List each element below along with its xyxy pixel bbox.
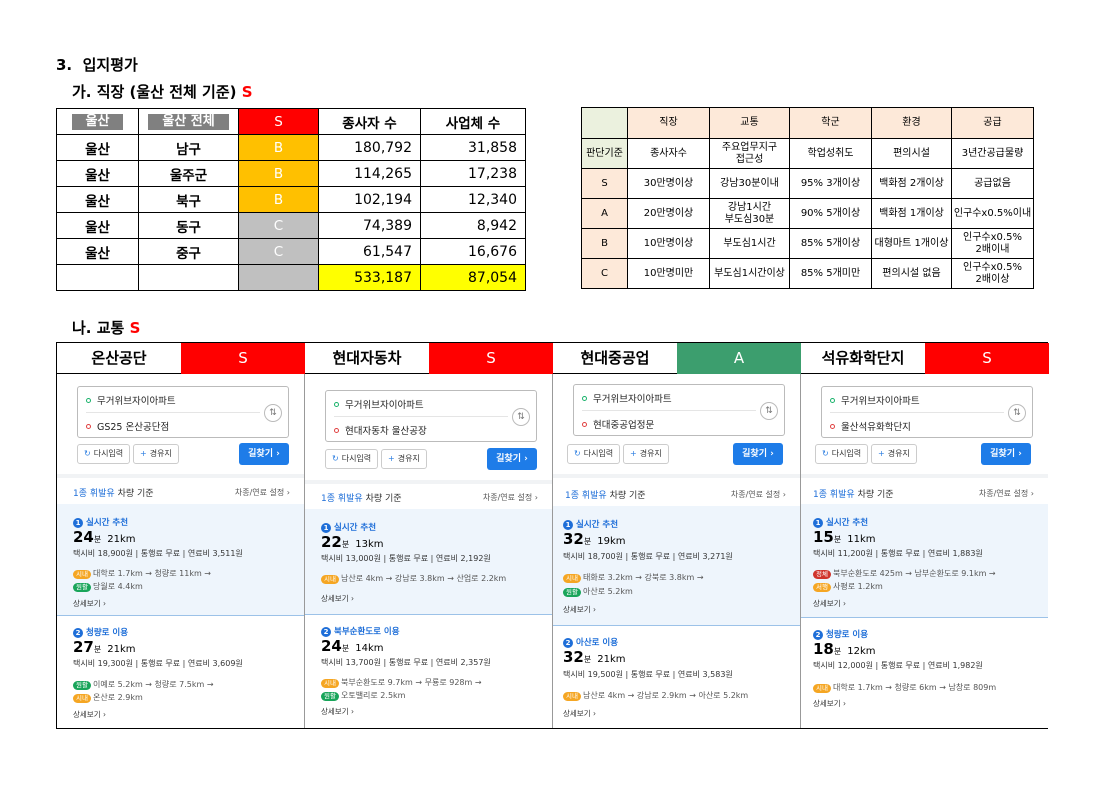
destination-field[interactable]: 울산석유화학단지 — [830, 419, 911, 433]
origin-field[interactable]: 무거위브자이아파트 — [86, 393, 176, 407]
route-card[interactable]: 2 청량로 이용 27분 21km 택시비 19,300원 | 통행료 무료 | 연… — [57, 618, 304, 722]
swap-icon[interactable]: ⇅ — [264, 404, 282, 422]
details-link[interactable]: 상세보기 › — [73, 598, 106, 609]
details-link[interactable]: 상세보기 › — [73, 709, 106, 720]
vehicle-settings-link[interactable]: 차종/연료 설정 › — [731, 489, 786, 500]
criteria-table: 직장 교통 학군 환경 공급 판단기준 종사자수 주요업무지구 접근성 학업성취… — [581, 107, 1034, 289]
reset-button[interactable]: ↻ 다시입력 — [325, 449, 379, 469]
transport-panel: 석유화학단지 S 무거위브자이아파트 울산석유화학단지 ⇅ ↻ 다시입력 + 경유지 … — [801, 343, 1049, 728]
origin-field[interactable]: 무거위브자이아파트 — [334, 397, 424, 411]
job-table: 울산 울산 전체 S 종사자 수 사업체 수 울산 남구 B 180,792 31,85… — [56, 108, 526, 291]
details-link[interactable]: 상세보기 › — [563, 708, 596, 719]
details-link[interactable]: 상세보기 › — [321, 706, 354, 717]
job-heading: 가. 직장 (울산 전체 기준) S — [72, 83, 253, 101]
refresh-icon: ↻ — [822, 449, 829, 458]
plus-icon: + — [388, 454, 395, 463]
destination-name: 현대중공업 — [580, 349, 650, 367]
refresh-icon: ↻ — [332, 454, 339, 463]
job-table-header: 울산 울산 전체 S 종사자 수 사업체 수 — [56, 108, 526, 135]
vehicle-settings-link[interactable]: 차종/연료 설정 › — [235, 487, 290, 498]
swap-icon[interactable]: ⇅ — [512, 408, 530, 426]
route-screenshot: 무거위브자이아파트 울산석유화학단지 ⇅ ↻ 다시입력 + 경유지 길찾기 › 1종… — [801, 374, 1048, 728]
table-total-row: 533,187 87,054 — [56, 264, 526, 291]
plus-icon: + — [878, 449, 885, 458]
route-screenshot: 무거위브자이아파트 현대자동차 울산공장 ⇅ ↻ 다시입력 + 경유지 길찾기 › … — [305, 374, 552, 728]
swap-icon[interactable]: ⇅ — [760, 402, 778, 420]
table-row: 울산 북구 B 102,194 12,340 — [56, 186, 526, 213]
route-input-box[interactable]: 무거위브자이아파트 현대중공업정문 ⇅ — [573, 384, 785, 436]
job-grade: S — [241, 83, 253, 101]
swap-icon[interactable]: ⇅ — [1008, 404, 1026, 422]
details-link[interactable]: 상세보기 › — [321, 593, 354, 604]
transport-panel: 현대자동차 S 무거위브자이아파트 현대자동차 울산공장 ⇅ ↻ 다시입력 + 경유지… — [305, 343, 553, 728]
table-row: 울산 남구 B 180,792 31,858 — [56, 134, 526, 161]
reset-button[interactable]: ↻ 다시입력 — [77, 444, 131, 464]
plus-icon: + — [630, 449, 637, 458]
transport-panel: 현대중공업 A 무거위브자이아파트 현대중공업정문 ⇅ ↻ 다시입력 + 경유지 길찾… — [553, 343, 801, 728]
destination-grade: A — [677, 343, 801, 374]
origin-field[interactable]: 무거위브자이아파트 — [830, 393, 920, 407]
transport-heading: 나. 교통 S — [72, 319, 141, 337]
criteria-row: C 10만명미만 부도심1시간이상 85% 5개미만 편의시설 없음 인구수x0.5% 2… — [581, 258, 1034, 289]
criteria-row: B 10만명이상 부도심1시간 85% 5개이상 대형마트 1개이상 인구수x0.5% 2… — [581, 228, 1034, 259]
route-card[interactable]: 1 실시간 추천 15분 11km 택시비 11,200원 | 통행료 무료 | 연… — [801, 504, 1048, 618]
route-card[interactable]: 2 북부순환도로 이용 24분 14km 택시비 13,700원 | 통행료 무료 … — [305, 617, 552, 721]
criteria-basis-row: 판단기준 종사자수 주요업무지구 접근성 학업성취도 편의시설 3년간공급물량 — [581, 138, 1034, 169]
route-input-box[interactable]: 무거위브자이아파트 GS25 온산공단점 ⇅ — [77, 386, 289, 438]
fuel-option: 1종 휘발유 차량 기준 — [321, 494, 402, 504]
destination-field[interactable]: 현대중공업정문 — [582, 417, 654, 431]
table-row: 울산 울주군 B 114,265 17,238 — [56, 160, 526, 187]
destination-grade: S — [429, 343, 553, 374]
destination-field[interactable]: 현대자동차 울산공장 — [334, 423, 427, 437]
destination-grade: S — [925, 343, 1049, 374]
vehicle-settings-link[interactable]: 차종/연료 설정 › — [483, 492, 538, 503]
fuel-option: 1종 휘발유 차량 기준 — [565, 491, 646, 501]
plus-icon: + — [140, 449, 147, 458]
details-link[interactable]: 상세보기 › — [563, 604, 596, 615]
fuel-option: 1종 휘발유 차량 기준 — [813, 490, 894, 500]
details-link[interactable]: 상세보기 › — [813, 598, 846, 609]
find-route-button[interactable]: 길찾기 › — [239, 443, 289, 465]
vehicle-settings-link[interactable]: 차종/연료 설정 › — [979, 488, 1034, 499]
route-card[interactable]: 1 실시간 추천 24분 21km 택시비 18,900원 | 통행료 무료 | 연… — [57, 504, 304, 616]
waypoint-button[interactable]: + 경유지 — [133, 444, 179, 464]
waypoint-button[interactable]: + 경유지 — [381, 449, 427, 469]
criteria-row: S 30만명이상 강남30분이내 95% 3개이상 백화점 2개이상 공급없음 — [581, 168, 1034, 199]
fuel-option: 1종 휘발유 차량 기준 — [73, 489, 154, 499]
table-row: 울산 중구 C 61,547 16,676 — [56, 238, 526, 265]
destination-field[interactable]: GS25 온산공단점 — [86, 419, 169, 433]
route-card[interactable]: 2 청량로 이용 18분 12km 택시비 12,000원 | 통행료 무료 | 연… — [801, 620, 1048, 720]
refresh-icon: ↻ — [84, 449, 91, 458]
route-screenshot: 무거위브자이아파트 GS25 온산공단점 ⇅ ↻ 다시입력 + 경유지 길찾기 › … — [57, 374, 304, 728]
refresh-icon: ↻ — [574, 449, 581, 458]
waypoint-button[interactable]: + 경유지 — [871, 444, 917, 464]
route-input-box[interactable]: 무거위브자이아파트 현대자동차 울산공장 ⇅ — [325, 390, 537, 442]
find-route-button[interactable]: 길찾기 › — [981, 443, 1031, 465]
criteria-header: 직장 교통 학군 환경 공급 — [581, 107, 1034, 139]
route-card[interactable]: 1 실시간 추천 22분 13km 택시비 13,000원 | 통행료 무료 | 연… — [305, 509, 552, 615]
reset-button[interactable]: ↻ 다시입력 — [567, 444, 621, 464]
route-card[interactable]: 2 아산로 이용 32분 21km 택시비 19,500원 | 통행료 무료 | 연… — [553, 628, 800, 722]
destination-name: 석유화학단지 — [821, 349, 905, 367]
destination-grade: S — [181, 343, 305, 374]
route-screenshot: 무거위브자이아파트 현대중공업정문 ⇅ ↻ 다시입력 + 경유지 길찾기 › 1종 … — [553, 374, 800, 728]
section-heading: 3. 입지평가 — [56, 56, 138, 74]
table-row: 울산 동구 C 74,389 8,942 — [56, 212, 526, 239]
route-input-box[interactable]: 무거위브자이아파트 울산석유화학단지 ⇅ — [821, 386, 1033, 438]
destination-name: 온산공단 — [91, 349, 147, 367]
transport-panel: 온산공단 S 무거위브자이아파트 GS25 온산공단점 ⇅ ↻ 다시입력 + 경유지 … — [57, 343, 305, 728]
transport-grade: S — [129, 319, 141, 337]
reset-button[interactable]: ↻ 다시입력 — [815, 444, 869, 464]
transport-panels: 온산공단 S 무거위브자이아파트 GS25 온산공단점 ⇅ ↻ 다시입력 + 경유지 … — [56, 342, 1049, 729]
find-route-button[interactable]: 길찾기 › — [733, 443, 783, 465]
details-link[interactable]: 상세보기 › — [813, 698, 846, 709]
criteria-row: A 20만명이상 강남1시간 부도심30분 90% 5개이상 백화점 1개이상 인구수x0… — [581, 198, 1034, 229]
waypoint-button[interactable]: + 경유지 — [623, 444, 669, 464]
origin-field[interactable]: 무거위브자이아파트 — [582, 391, 672, 405]
destination-name: 현대자동차 — [332, 349, 402, 367]
route-card[interactable]: 1 실시간 추천 32분 19km 택시비 18,700원 | 통행료 무료 | 연… — [553, 506, 800, 626]
find-route-button[interactable]: 길찾기 › — [487, 448, 537, 470]
